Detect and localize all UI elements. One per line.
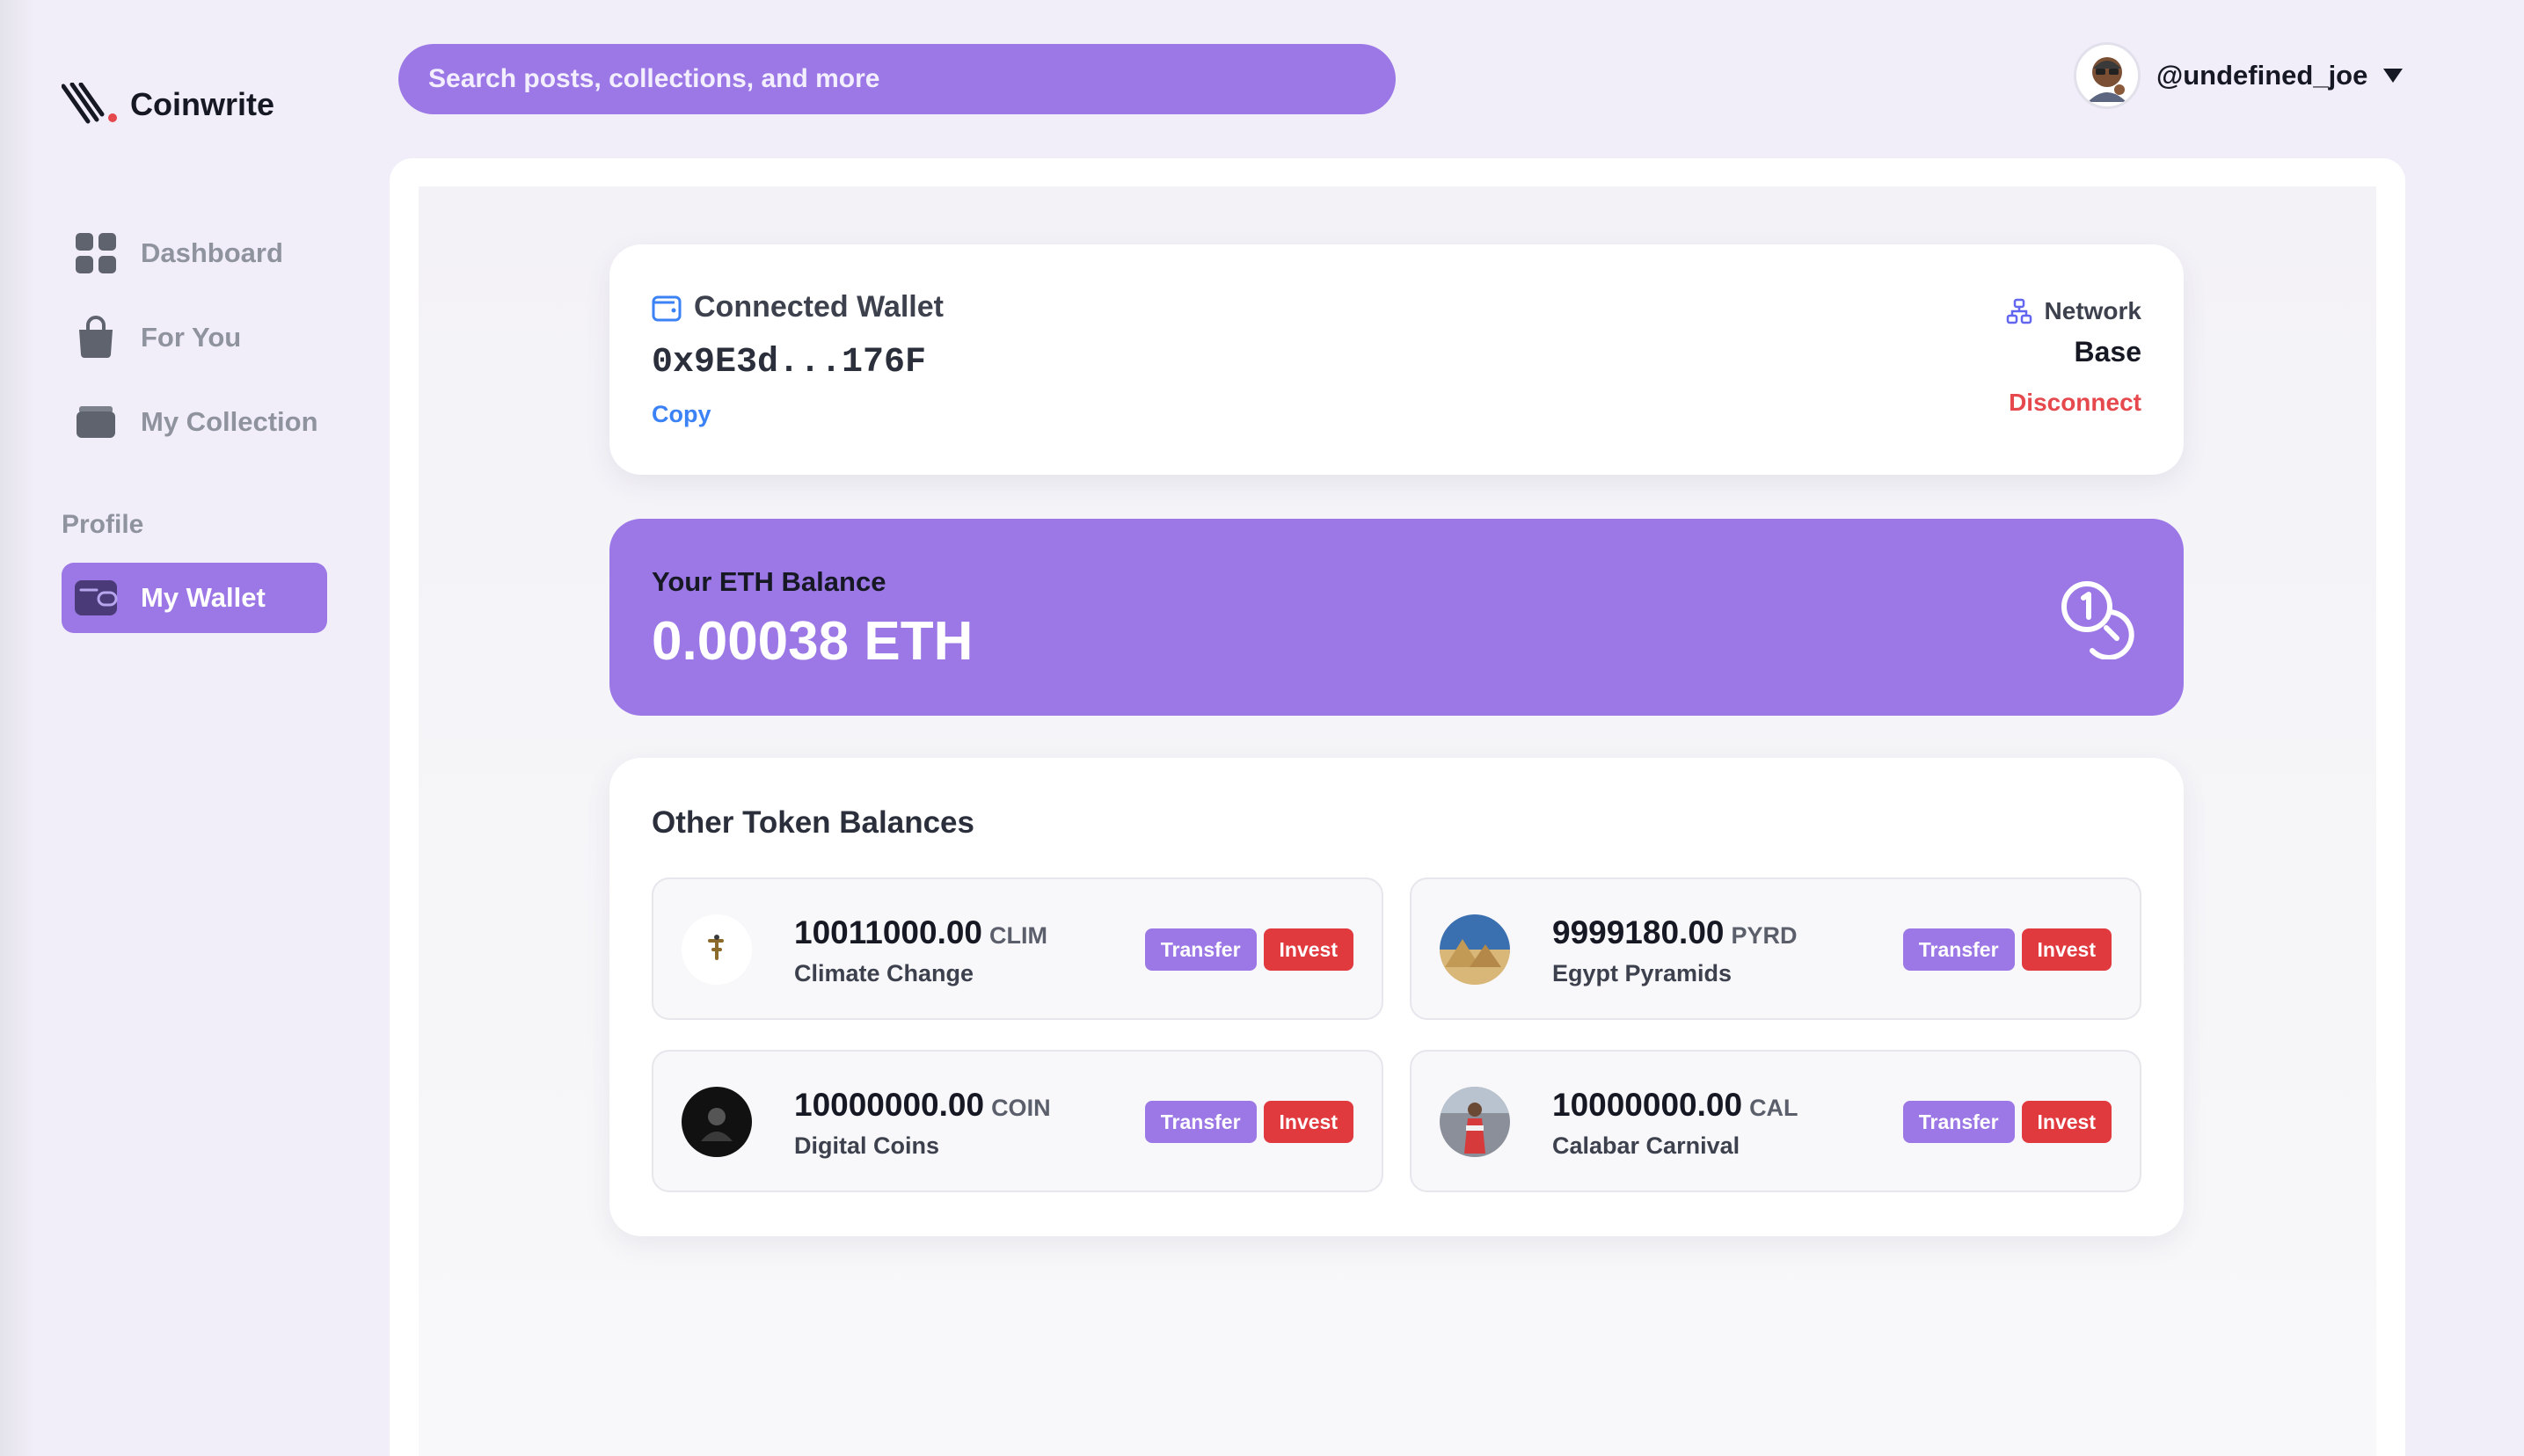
invest-button[interactable]: Invest — [1263, 1101, 1353, 1143]
token-amount: 9999180.00 — [1552, 914, 1725, 950]
sidebar-item-label: For You — [141, 322, 242, 353]
sidebar-item-for-you[interactable]: For You — [62, 302, 327, 373]
user-menu[interactable]: @undefined_joe — [2074, 42, 2404, 109]
eth-balance-value: 0.00038 ETH — [652, 611, 974, 672]
sidebar-item-dashboard[interactable]: Dashboard — [62, 218, 327, 288]
bag-icon — [72, 314, 120, 361]
transfer-button[interactable]: Transfer — [1144, 928, 1257, 971]
search-bar[interactable] — [398, 44, 1396, 114]
avatar — [2074, 42, 2141, 109]
folder-icon — [72, 398, 120, 446]
token-item-coin: 10000000.00 COIN Digital Coins Transfer I… — [652, 1050, 1383, 1192]
search-input[interactable] — [398, 63, 1396, 95]
token-symbol: CLIM — [989, 922, 1047, 949]
climate-token-icon — [682, 914, 752, 985]
eth-balance-label: Your ETH Balance — [652, 566, 886, 597]
network-value: Base — [2074, 336, 2142, 368]
transfer-button[interactable]: Transfer — [1902, 1101, 2015, 1143]
token-amount: 10000000.00 — [1552, 1087, 1743, 1123]
token-name: Climate Change — [794, 960, 974, 986]
caret-down-icon — [2383, 69, 2404, 83]
user-avatar-icon — [2088, 57, 2126, 102]
invest-button[interactable]: Invest — [1263, 928, 1353, 971]
token-symbol: COIN — [991, 1095, 1051, 1121]
sidebar-item-label: My Wallet — [141, 582, 266, 613]
carnival-token-icon — [1440, 1087, 1510, 1157]
token-list: 10011000.00 CLIM Climate Change Transfer … — [652, 877, 2141, 1194]
sidebar-section-title: Profile — [62, 510, 144, 539]
pyramids-token-icon — [1440, 914, 1510, 985]
token-item-pyrd: 9999180.00 PYRD Egypt Pyramids Transfer I… — [1410, 877, 2141, 1020]
token-name: Digital Coins — [794, 1132, 940, 1159]
sidebar-item-label: Dashboard — [141, 237, 283, 268]
network-icon — [2006, 298, 2032, 324]
sidebar-item-my-collection[interactable]: My Collection — [62, 387, 327, 457]
token-amount: 10000000.00 — [794, 1087, 985, 1123]
wallet-address: 0x9E3d...176F — [652, 343, 927, 382]
sidebar-item-my-wallet[interactable]: My Wallet — [62, 563, 327, 633]
token-name: Calabar Carnival — [1552, 1132, 1740, 1159]
connected-wallet-card: Connected Wallet 0x9E3d...176F Copy Netw… — [609, 244, 2184, 475]
token-image — [1440, 1087, 1510, 1157]
coinwrite-logo-icon — [62, 83, 117, 124]
token-image — [682, 914, 752, 985]
connected-wallet-title: Connected Wallet — [694, 290, 944, 324]
connected-wallet-header: Connected Wallet — [652, 290, 944, 324]
token-symbol: CAL — [1749, 1095, 1798, 1121]
invest-button[interactable]: Invest — [2021, 1101, 2112, 1143]
token-item-clim: 10011000.00 CLIM Climate Change Transfer … — [652, 877, 1383, 1020]
sidebar-item-label: My Collection — [141, 406, 318, 437]
coins-icon — [2061, 581, 2134, 659]
digital-coins-token-icon — [682, 1087, 752, 1157]
token-balances-title: Other Token Balances — [652, 805, 974, 840]
token-symbol: PYRD — [1731, 922, 1798, 949]
eth-balance-card: Your ETH Balance 0.00038 ETH — [609, 519, 2184, 716]
wallet-icon — [72, 574, 120, 622]
network-header: Network — [2006, 297, 2141, 325]
token-amount: 10011000.00 — [794, 914, 983, 950]
network-label: Network — [2044, 297, 2141, 324]
token-image — [1440, 914, 1510, 985]
window-edge — [0, 0, 35, 1456]
app-logo[interactable]: Coinwrite — [62, 83, 274, 127]
token-item-cal: 10000000.00 CAL Calabar Carnival Transfer… — [1410, 1050, 2141, 1192]
token-balances-card: Other Token Balances 10011000.00 CLIM Cli… — [609, 758, 2184, 1236]
username: @undefined_joe — [2156, 60, 2368, 91]
app-name: Coinwrite — [130, 86, 275, 122]
disconnect-button[interactable]: Disconnect — [2009, 389, 2141, 417]
grid-icon — [72, 229, 120, 277]
copy-address-button[interactable]: Copy — [652, 401, 711, 428]
transfer-button[interactable]: Transfer — [1144, 1101, 1257, 1143]
wallet-outline-icon — [652, 295, 682, 321]
transfer-button[interactable]: Transfer — [1902, 928, 2015, 971]
token-image — [682, 1087, 752, 1157]
invest-button[interactable]: Invest — [2021, 928, 2112, 971]
token-name: Egypt Pyramids — [1552, 960, 1733, 986]
